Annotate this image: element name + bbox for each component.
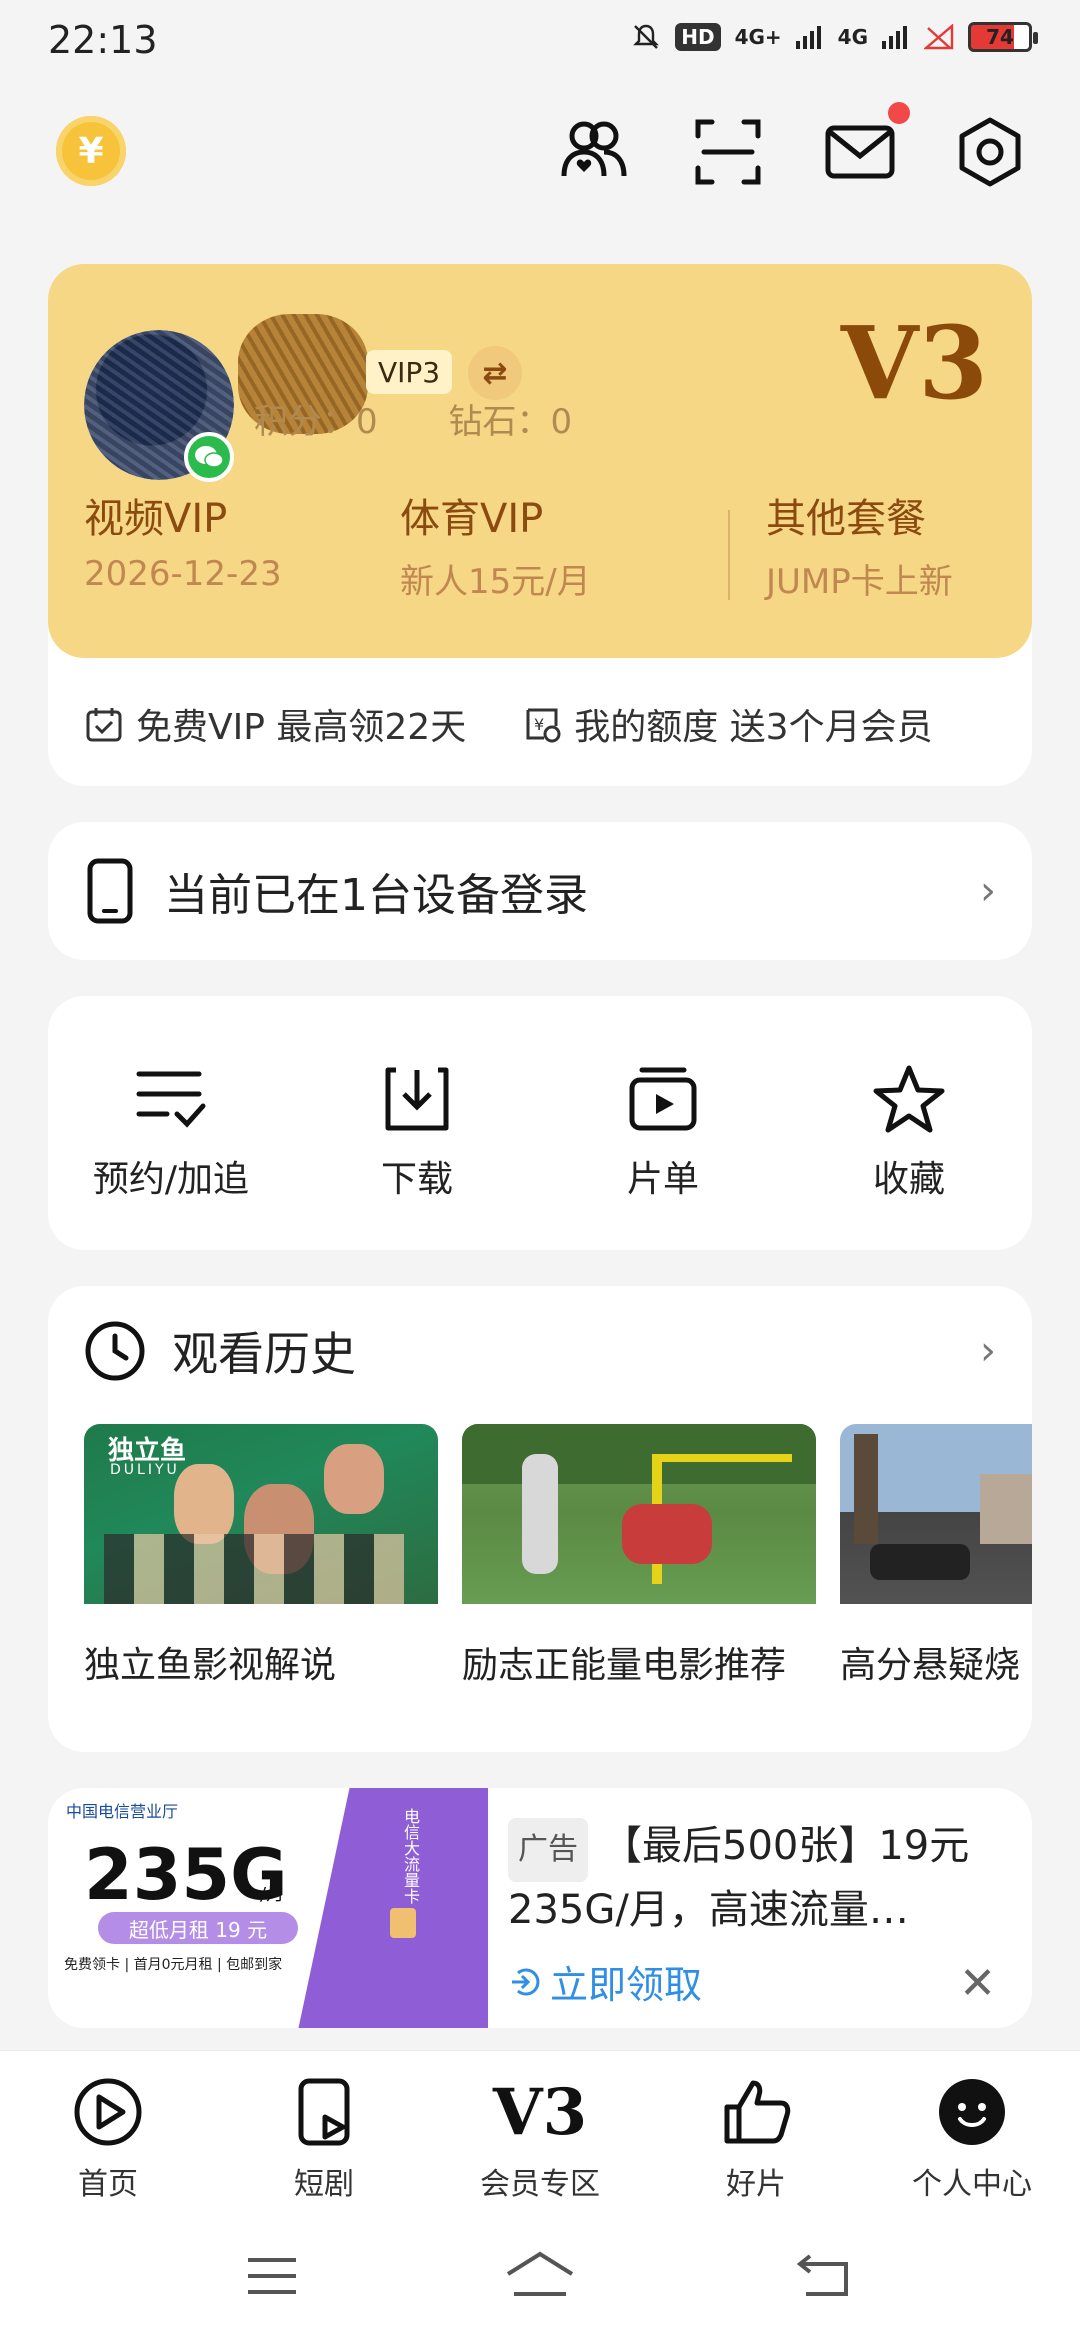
mute-bell-icon	[633, 24, 660, 49]
settings-icon[interactable]	[952, 114, 1028, 190]
status-bar: 22:13 HD 4G+ 4G 74	[0, 0, 1080, 84]
star-icon	[873, 1065, 945, 1133]
battery-indicator: 74	[968, 22, 1038, 52]
status-icons: HD 4G+ 4G 74	[631, 22, 1038, 52]
nav-member-zone[interactable]: V3 会员专区	[432, 2051, 648, 2220]
ad-body: 广告 【最后500张】19元235G/月，高速流量…	[508, 1818, 1008, 1938]
arrow-circle-icon	[512, 1968, 540, 1995]
download-icon	[385, 1067, 449, 1131]
nav-good-films[interactable]: 好片	[648, 2051, 864, 2220]
ad-img-foot: 免费领卡 | 首月0元月租 | 包邮到家	[64, 1957, 283, 1973]
unread-dot	[888, 102, 910, 124]
vip-perks-row: 免费VIP 最高领22天 ¥ 我的额度 送3个月会员	[48, 664, 1032, 784]
ad-img-brand: 中国电信营业厅	[66, 1802, 179, 1821]
ad-img-card: 电信大流量卡	[401, 1808, 420, 1904]
perk-my-quota[interactable]: ¥ 我的额度 送3个月会员	[522, 698, 933, 750]
history-thumb-1[interactable]: 独立鱼 DULIYU	[84, 1424, 438, 1604]
perk-free-vip[interactable]: 免费VIP 最高领22天	[84, 698, 466, 750]
quota-icon: ¥	[526, 708, 561, 743]
ad-title-wrap: 广告 【最后500张】19元235G/月，高速流量…	[508, 1818, 1008, 1938]
benefit-sports-vip[interactable]: 体育VIP 新人15元/月	[400, 486, 591, 603]
playlist-icon	[629, 1067, 697, 1131]
history-title-1[interactable]: 独立鱼影视解说	[84, 1636, 336, 1688]
home-play-icon	[74, 2078, 142, 2146]
menu-icon[interactable]	[244, 2254, 300, 2298]
nav-profile[interactable]: 个人中心	[864, 2051, 1080, 2220]
clock-icon	[85, 1321, 145, 1381]
diamond-value[interactable]: 钻石：0	[448, 402, 572, 442]
vip-level-tag: VIP3	[366, 350, 453, 394]
thumbs-up-icon	[724, 2080, 791, 2144]
scan-icon[interactable]	[690, 114, 766, 190]
watch-history-title: 观看历史	[172, 1327, 356, 1381]
svg-text:¥: ¥	[534, 715, 544, 734]
home-icon[interactable]	[504, 2250, 576, 2300]
ad-img-price: 超低月租 19 元	[98, 1912, 298, 1944]
network-4g: 4G	[837, 25, 868, 49]
swap-account-button[interactable]: ⇄	[468, 346, 522, 400]
history-title-2[interactable]: 励志正能量电影推荐	[462, 1636, 786, 1688]
watch-history-header[interactable]: 观看历史 ›	[48, 1286, 1032, 1416]
action-playlist[interactable]: 片单	[563, 1064, 763, 1202]
ad-sim-chip	[390, 1908, 416, 1938]
ad-img-big: 235G	[84, 1834, 288, 1916]
system-nav-bar	[0, 2220, 1080, 2340]
vip-level-big[interactable]: V3	[841, 304, 988, 422]
mail-icon[interactable]	[822, 114, 898, 190]
ad-close-button[interactable]: ✕	[959, 1958, 996, 2009]
ad-img-unit: /月	[260, 1884, 285, 1905]
history-thumb-3[interactable]	[840, 1424, 1032, 1604]
reserve-list-icon	[136, 1071, 206, 1128]
points-value[interactable]: 积分：0	[254, 402, 378, 442]
vip-gold-panel[interactable]: VIP3 ⇄ 积分：0 钻石：0 V3 视频VIP 2026-12-23 体育V…	[48, 264, 1032, 658]
points-row: 积分：0 钻石：0	[254, 394, 632, 443]
benefit-divider	[728, 510, 730, 600]
friends-icon[interactable]	[556, 114, 632, 190]
action-favorites[interactable]: 收藏	[809, 1064, 1009, 1202]
perk-my-quota-label: 我的额度 送3个月会员	[574, 707, 933, 748]
ad-tag: 广告	[508, 1818, 588, 1882]
wechat-icon	[184, 432, 234, 482]
bottom-nav: 首页 短剧 V3 会员专区 好片 个人中心	[0, 2050, 1080, 2220]
signal-icon	[795, 26, 821, 49]
perk-free-vip-label: 免费VIP 最高领22天	[136, 707, 467, 748]
calendar-check-icon	[86, 708, 122, 742]
nav-home[interactable]: 首页	[0, 2051, 216, 2220]
benefit-video-vip[interactable]: 视频VIP 2026-12-23	[84, 486, 282, 594]
device-login-label: 当前已在1台设备登录	[164, 870, 588, 921]
ad-image[interactable]: 中国电信营业厅 235G /月 超低月租 19 元 免费领卡 | 首月0元月租 …	[48, 1788, 488, 2028]
action-download[interactable]: 下载	[317, 1064, 517, 1202]
action-reserve[interactable]: 预约/加追	[71, 1064, 271, 1202]
phone-icon	[87, 858, 133, 924]
top-bar: ¥	[0, 102, 1080, 198]
nav-short-drama[interactable]: 短剧	[216, 2051, 432, 2220]
no-wifi-icon	[924, 24, 954, 50]
thumb-logo-sub: DULIYU	[110, 1462, 180, 1478]
member-v3-icon: V3	[492, 2074, 588, 2150]
hd-badge: HD	[675, 23, 721, 51]
vip-card: VIP3 ⇄ 积分：0 钻石：0 V3 视频VIP 2026-12-23 体育V…	[48, 264, 1032, 786]
watch-history-card: 观看历史 › 独立鱼 DULIYU 独立鱼影视解说 励志正能量电影推荐 高分悬疑…	[48, 1286, 1032, 1752]
ad-card[interactable]: 中国电信营业厅 235G /月 超低月租 19 元 免费领卡 | 首月0元月租 …	[48, 1788, 1032, 2028]
chevron-right-icon: ›	[980, 1328, 996, 1374]
benefit-other-plans[interactable]: 其他套餐 JUMP卡上新	[766, 486, 953, 603]
ad-cta-button[interactable]: 立即领取	[508, 1954, 702, 2009]
signal-icon-2	[882, 26, 907, 49]
chevron-right-icon: ›	[980, 868, 996, 914]
coin-icon[interactable]: ¥	[56, 116, 126, 186]
device-login-card[interactable]: 当前已在1台设备登录 ›	[48, 822, 1032, 960]
profile-smile-icon	[939, 2079, 1005, 2145]
history-thumb-2[interactable]	[462, 1424, 816, 1604]
short-drama-icon	[298, 2078, 350, 2146]
history-thumbnails: 独立鱼 DULIYU	[84, 1424, 1032, 1604]
status-time: 22:13	[48, 18, 158, 62]
history-title-3[interactable]: 高分悬疑烧	[840, 1636, 1020, 1688]
quick-actions-card: 预约/加追 下载 片单 收藏	[48, 996, 1032, 1250]
back-icon[interactable]	[796, 2250, 852, 2300]
network-4g-plus: 4G+	[734, 25, 782, 49]
history-titles: 独立鱼影视解说 励志正能量电影推荐 高分悬疑烧	[84, 1636, 1032, 1696]
